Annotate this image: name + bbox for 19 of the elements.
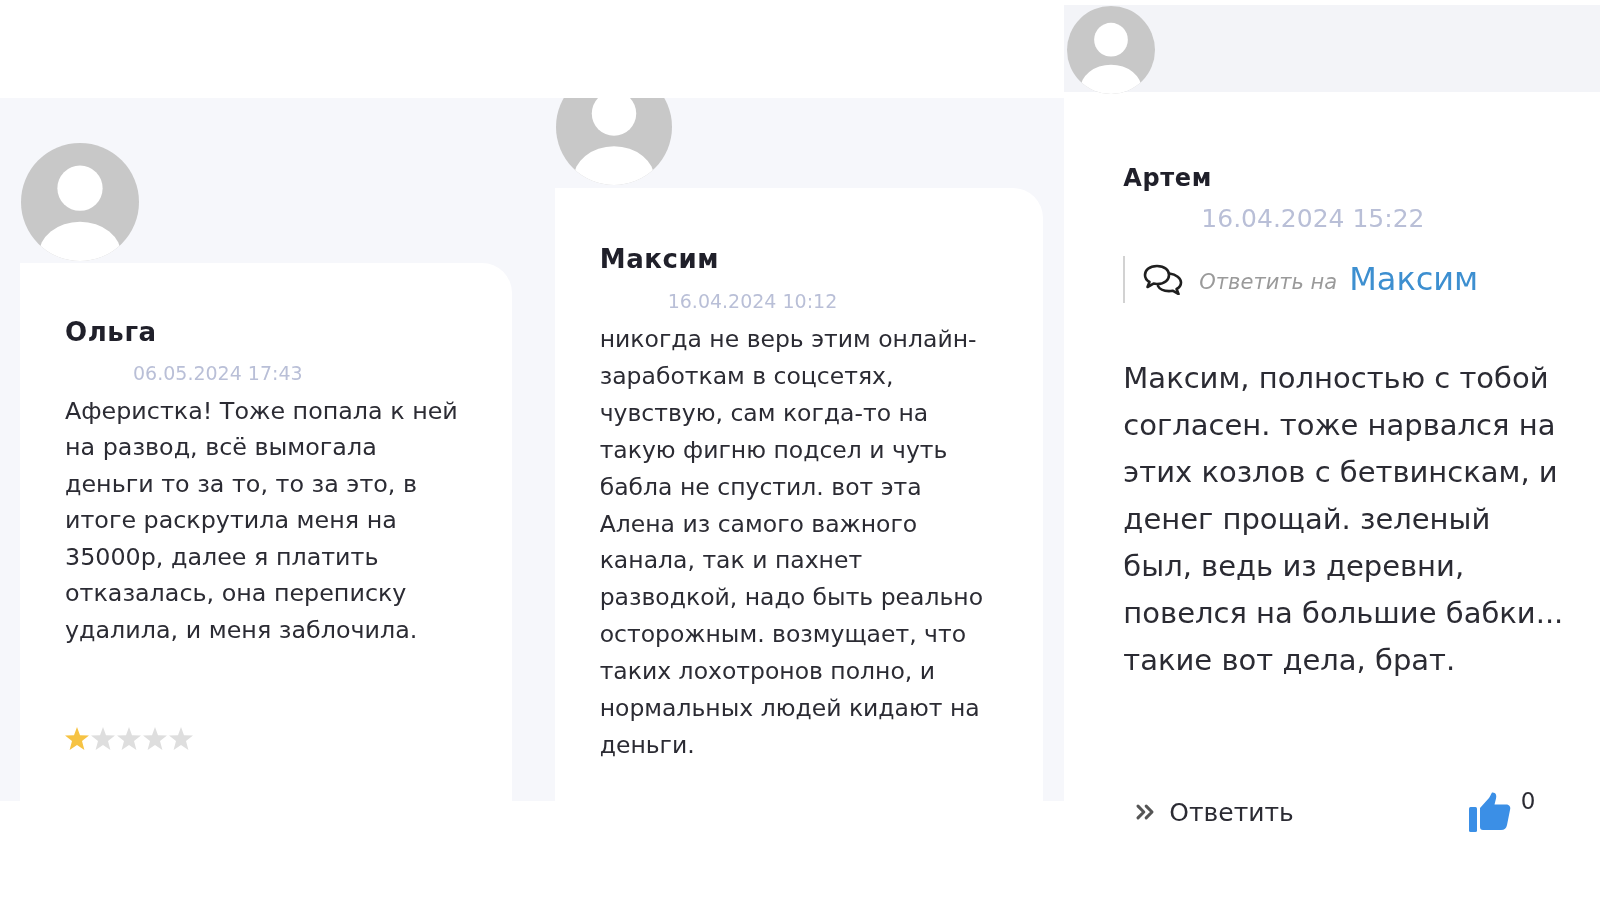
- like-count: 0: [1520, 788, 1536, 814]
- star-icon: [143, 727, 167, 750]
- author-name: Ольга: [65, 317, 157, 349]
- star-icon: [91, 727, 115, 750]
- reply-text: Максим, полностью с тобой согласен. тоже нарвался на этих козлов с бетвинскам, и денег прощай. зеленый был, ведь из деревни, повелся на большие бабки... такие вот дела, брат.: [1123, 359, 1564, 679]
- thumbs-up-icon: [1468, 792, 1511, 832]
- reply-button[interactable]: Ответить: [1123, 797, 1294, 827]
- review-date: 06.05.2024 17:43: [133, 362, 303, 385]
- speech-bubbles-icon: [1143, 263, 1184, 296]
- review-text: никогда не верь этим онлайн- заработкам в соцсетях, чувствую, сам когда-то на такую фигню подсел и чуть бабла не спустил. вот эта Алена из самого важного канала, так и пахнет разводкой, надо быть реально осторожным. возмущает, что таких лохотронов полно, и нормальных людей кидают на деньги.: [599, 324, 984, 761]
- review-date: 16.04.2024 10:12: [667, 290, 838, 313]
- reply-to-label: Ответить на: [1199, 270, 1338, 295]
- author-name: Максим: [599, 244, 720, 276]
- star-icon: [169, 727, 193, 750]
- star-icon: [117, 727, 141, 750]
- star-icon: [65, 727, 89, 750]
- author-name: Артем: [1123, 164, 1212, 193]
- review-text: Аферистка! Тоже попала к ней на развод, всё вымогала деньги то за то, то за это, в итоге раскрутила меня на 35000р, далее я платить отказалась, она переписку удалила, и меня заблочила.: [65, 396, 458, 646]
- reply-date: 16.04.2024 15:22: [1201, 203, 1425, 234]
